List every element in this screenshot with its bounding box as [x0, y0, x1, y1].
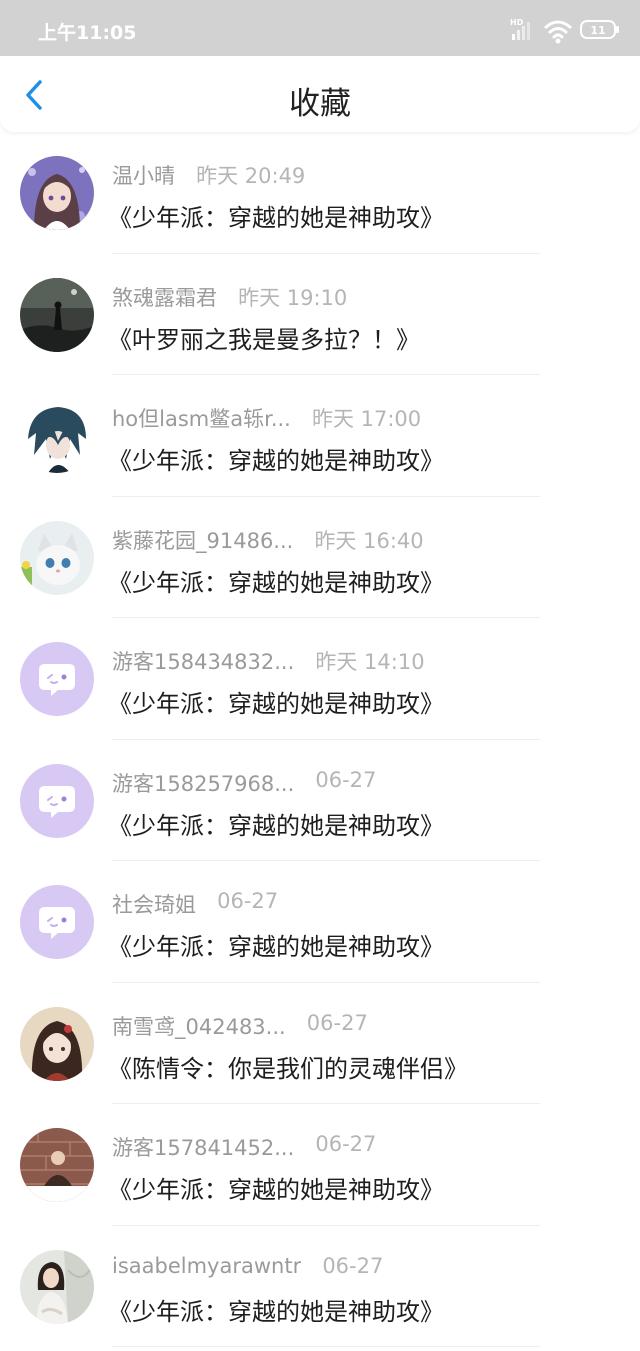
- item-meta: 南雪鸢_042483... 06-27: [112, 1011, 368, 1039]
- username: ho但lasm鳖a轹r...: [112, 407, 291, 431]
- timestamp: 昨天 19:10: [238, 285, 348, 310]
- divider: [112, 1346, 540, 1347]
- item-meta: ho但lasm鳖a轹r... 昨天 17:00: [112, 403, 421, 431]
- timestamp: 06-27: [322, 1253, 384, 1278]
- anime-girl-avatar-icon: [20, 156, 94, 230]
- username: 南雪鸢_042483...: [112, 1014, 286, 1039]
- list-item[interactable]: 游客157841452... 06-27 《少年派：穿越的她是神助攻》: [0, 1104, 640, 1226]
- default-avatar-icon: [20, 885, 94, 959]
- username: 游客158257968...: [112, 771, 295, 796]
- avatar[interactable]: [20, 885, 94, 959]
- username: 煞魂露霜君: [112, 285, 217, 310]
- username: 游客158434832...: [112, 650, 295, 674]
- item-meta: 紫藤花园_91486... 昨天 16:40: [112, 525, 424, 553]
- book-title: 《少年派：穿越的她是神助攻》: [108, 690, 444, 718]
- list-item[interactable]: 煞魂露霜君 昨天 19:10 《叶罗丽之我是曼多拉？！》: [0, 254, 640, 375]
- book-title: 《少年派：穿越的她是神助攻》: [108, 933, 444, 961]
- timestamp: 昨天 20:49: [196, 164, 306, 188]
- item-meta: 游客157841452... 06-27: [112, 1132, 376, 1160]
- header: 收藏: [0, 56, 640, 132]
- book-title: 《叶罗丽之我是曼多拉？！》: [108, 325, 420, 354]
- avatar[interactable]: [20, 1006, 94, 1081]
- item-meta: isaabelmyarawntr 06-27: [112, 1254, 383, 1282]
- book-title: 《少年派：穿越的她是神助攻》: [108, 204, 444, 232]
- username: 游客157841452...: [112, 1136, 295, 1160]
- dark-scene-avatar-icon: [20, 277, 94, 352]
- timestamp: 06-27: [315, 1132, 377, 1156]
- list-item[interactable]: isaabelmyarawntr 06-27 《少年派：穿越的她是神助攻》: [0, 1226, 640, 1347]
- avatar[interactable]: [20, 642, 94, 716]
- username: 温小晴: [112, 164, 175, 188]
- avatar[interactable]: [20, 399, 94, 473]
- item-meta: 温小晴 昨天 20:49: [112, 160, 305, 188]
- default-avatar-icon: [20, 763, 94, 838]
- avatar[interactable]: [20, 520, 94, 595]
- list-item[interactable]: ho但lasm鳖a轹r... 昨天 17:00 《少年派：穿越的她是神助攻》: [0, 375, 640, 497]
- status-bar: 上午11:05 HD 11: [0, 0, 640, 56]
- cat-avatar-icon: [20, 520, 94, 595]
- username: 紫藤花园_91486...: [112, 528, 294, 553]
- page-title: 收藏: [289, 86, 351, 122]
- item-meta: 煞魂露霜君 昨天 19:10: [112, 282, 347, 310]
- timestamp: 06-27: [217, 889, 279, 913]
- book-title: 《少年派：穿越的她是神助攻》: [108, 568, 444, 597]
- anime-boy-avatar-icon: [20, 399, 94, 473]
- default-avatar-icon: [20, 642, 94, 716]
- avatar[interactable]: [20, 763, 94, 838]
- battery-icon: 11: [580, 20, 619, 39]
- favorites-list: 温小晴 昨天 20:49 《少年派：穿越的她是神助攻》 煞魂露霜君 昨天 19:…: [0, 132, 640, 1347]
- book-title: 《少年派：穿越的她是神助攻》: [108, 1176, 444, 1204]
- book-title: 《少年派：穿越的她是神助攻》: [108, 1297, 444, 1326]
- status-time: 上午11:05: [38, 22, 137, 44]
- battery-level: 11: [590, 24, 605, 37]
- signal-icon: HD: [510, 18, 530, 40]
- photo-girl-avatar-icon: [20, 1249, 94, 1324]
- item-meta: 游客158434832... 昨天 14:10: [112, 646, 425, 674]
- ancient-girl-avatar-icon: [20, 1006, 94, 1081]
- avatar[interactable]: [20, 1249, 94, 1324]
- avatar[interactable]: [20, 156, 94, 230]
- username: 社会琦姐: [112, 893, 196, 917]
- list-item[interactable]: 游客158434832... 昨天 14:10 《少年派：穿越的她是神助攻》: [0, 618, 640, 740]
- photo-wall-avatar-icon: [20, 1128, 94, 1202]
- timestamp: 06-27: [315, 767, 377, 792]
- status-icons: HD 11: [510, 16, 620, 44]
- username: isaabelmyarawntr: [112, 1253, 302, 1278]
- book-title: 《少年派：穿越的她是神助攻》: [108, 811, 444, 840]
- avatar[interactable]: [20, 277, 94, 352]
- avatar[interactable]: [20, 1128, 94, 1202]
- timestamp: 06-27: [306, 1010, 368, 1035]
- list-item[interactable]: 南雪鸢_042483... 06-27 《陈情令：你是我们的灵魂伴侣》: [0, 983, 640, 1104]
- item-meta: 社会琦姐 06-27: [112, 889, 278, 917]
- book-title: 《少年派：穿越的她是神助攻》: [108, 447, 444, 475]
- hd-label: HD: [510, 18, 524, 27]
- list-item[interactable]: 社会琦姐 06-27 《少年派：穿越的她是神助攻》: [0, 861, 640, 983]
- timestamp: 昨天 14:10: [315, 650, 425, 674]
- timestamp: 昨天 17:00: [311, 407, 422, 431]
- list-item[interactable]: 游客158257968... 06-27 《少年派：穿越的她是神助攻》: [0, 740, 640, 861]
- book-title: 《陈情令：你是我们的灵魂伴侣》: [108, 1054, 468, 1083]
- list-item[interactable]: 紫藤花园_91486... 昨天 16:40 《少年派：穿越的她是神助攻》: [0, 497, 640, 618]
- timestamp: 昨天 16:40: [314, 528, 424, 553]
- wifi-icon: [544, 20, 572, 44]
- item-meta: 游客158257968... 06-27: [112, 768, 376, 796]
- list-item[interactable]: 温小晴 昨天 20:49 《少年派：穿越的她是神助攻》: [0, 132, 640, 254]
